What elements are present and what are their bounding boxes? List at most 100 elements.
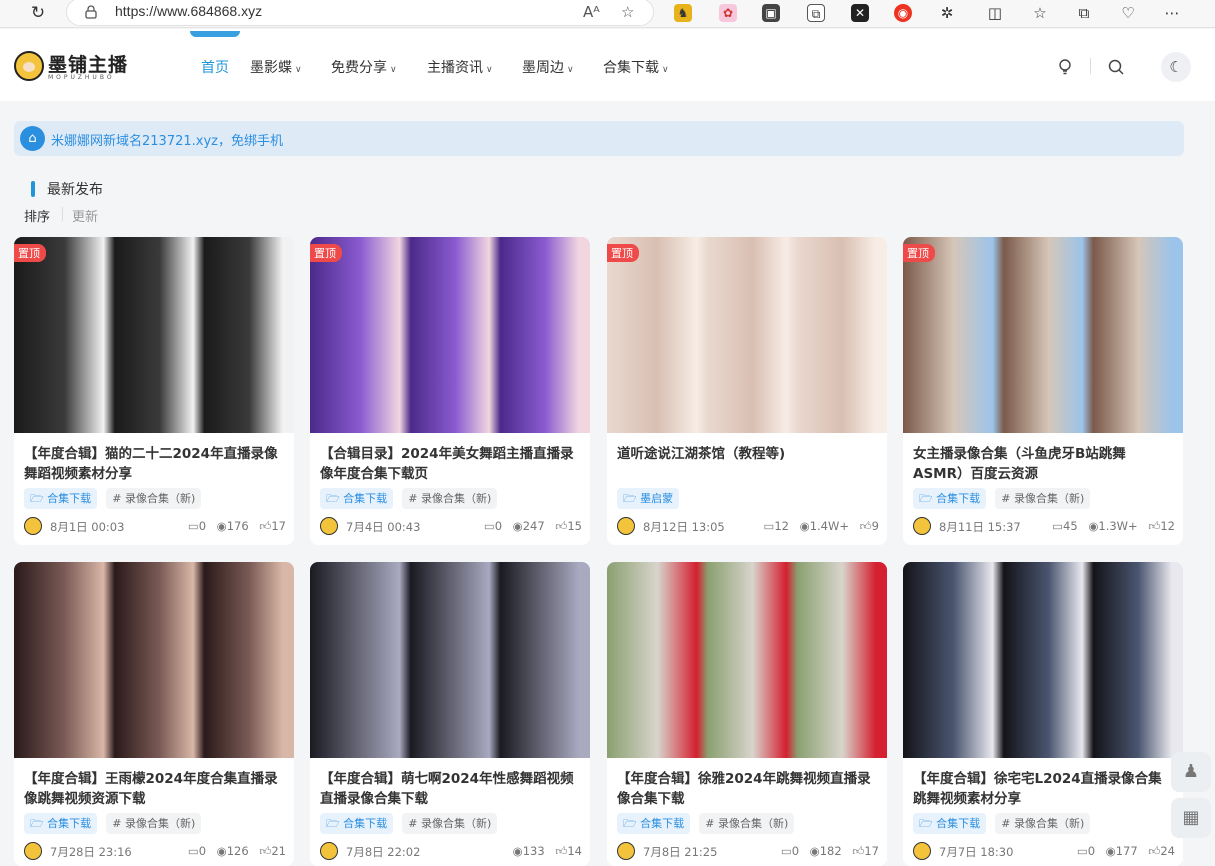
avatar[interactable] — [320, 842, 338, 860]
post-stats: ▭0 ◉126 👍︎21 — [181, 844, 286, 859]
reload-icon[interactable]: ↻ — [28, 3, 48, 23]
category-tag[interactable]: 🗁 合集下载 — [320, 813, 394, 834]
nav-merch[interactable]: 墨周边 ∨ — [522, 57, 574, 77]
post-card[interactable]: 【年度合辑】徐雅2024年跳舞视频直播录像合集下载 🗁 合集下载 # 录像合集（… — [607, 562, 887, 866]
category-tag[interactable]: 🗁 合集下载 — [913, 813, 987, 834]
notice-text[interactable]: 米娜娜网新域名213721.xyz，免绑手机 — [51, 130, 283, 149]
avatar[interactable] — [320, 517, 338, 535]
dark-mode-toggle[interactable]: ☾ — [1161, 52, 1191, 82]
sort-tab-order[interactable]: 排序 — [24, 206, 50, 225]
post-card[interactable]: 【年度合辑】徐宅宅L2024直播录像合集跳舞视频素材分享 🗁 合集下载 # 录像… — [903, 562, 1183, 866]
like-icon[interactable]: 👍︎ — [259, 844, 271, 858]
extension-1-icon[interactable]: ♞ — [674, 4, 692, 22]
like-icon[interactable]: 👍︎ — [555, 519, 567, 533]
comment-icon: ▭ — [187, 519, 199, 533]
post-card[interactable]: 置顶 道听途说江湖茶馆（教程等) 🗁 墨启蒙 8月12日 13:05 ▭12 ◉… — [607, 237, 887, 545]
post-thumbnail[interactable] — [310, 562, 590, 758]
nav-home[interactable]: 首页 — [201, 57, 229, 77]
lightbulb-icon[interactable] — [1054, 56, 1076, 78]
post-title[interactable]: 道听途说江湖茶馆（教程等) — [617, 444, 879, 464]
post-title[interactable]: 【年度合辑】萌七啊2024年性感舞蹈视频直播录像合集下载 — [320, 769, 582, 809]
post-card[interactable]: 置顶 【年度合辑】猫的二十二2024年直播录像舞蹈视频素材分享 🗁 合集下载 #… — [14, 237, 294, 545]
browser-essentials-icon[interactable]: ♡ — [1118, 3, 1138, 23]
post-thumbnail[interactable] — [14, 237, 294, 433]
like-icon[interactable]: 👍︎ — [555, 844, 567, 858]
post-thumbnail[interactable] — [14, 562, 294, 758]
split-screen-icon[interactable]: ◫ — [985, 3, 1005, 23]
pinned-badge: 置顶 — [14, 244, 46, 262]
avatar[interactable] — [617, 517, 635, 535]
post-title[interactable]: 【年度合辑】王雨檬2024年度合集直播录像跳舞视频资源下载 — [24, 769, 286, 809]
more-menu-icon[interactable]: ⋯ — [1162, 3, 1182, 23]
collections-icon[interactable]: ⧉ — [1074, 3, 1094, 23]
like-icon[interactable]: 👍︎ — [852, 844, 864, 858]
category-tag[interactable]: 🗁 墨启蒙 — [617, 488, 680, 509]
topic-tag[interactable]: # 录像合集（新) — [995, 488, 1091, 509]
post-card[interactable]: 置顶 女主播录像合集（斗鱼虎牙B站跳舞ASMR）百度云资源 🗁 合集下载 # 录… — [903, 237, 1183, 545]
comment-count: 0 — [198, 844, 207, 858]
post-meta: 7月28日 23:16 ▭0 ◉126 👍︎21 — [24, 842, 286, 860]
category-tag[interactable]: 🗁 合集下载 — [320, 488, 394, 509]
post-card[interactable]: 【年度合辑】王雨檬2024年度合集直播录像跳舞视频资源下载 🗁 合集下载 # 录… — [14, 562, 294, 866]
topic-tag[interactable]: # 录像合集（新) — [106, 488, 202, 509]
folder-icon: 🗁 — [623, 817, 641, 830]
post-thumbnail[interactable] — [607, 562, 887, 758]
site-logo[interactable] — [14, 51, 44, 81]
like-icon[interactable]: 👍︎ — [1148, 844, 1160, 858]
like-count: 17 — [271, 519, 286, 533]
avatar[interactable] — [913, 842, 931, 860]
extension-3-icon[interactable]: ▣ — [762, 4, 780, 22]
like-icon[interactable]: 👍︎ — [860, 519, 872, 533]
category-tag[interactable]: 🗁 合集下载 — [617, 813, 691, 834]
post-thumbnail[interactable] — [310, 237, 590, 433]
category-tag[interactable]: 🗁 合集下载 — [24, 488, 98, 509]
like-icon[interactable]: 👍︎ — [1148, 519, 1160, 533]
topic-tag[interactable]: # 录像合集（新) — [699, 813, 795, 834]
topic-tag[interactable]: # 录像合集（新) — [402, 488, 498, 509]
url-text[interactable]: https://www.684868.xyz — [115, 3, 262, 19]
post-title[interactable]: 【年度合辑】猫的二十二2024年直播录像舞蹈视频素材分享 — [24, 444, 286, 484]
extension-5-icon[interactable]: ✕ — [851, 4, 869, 22]
notice-banner[interactable]: ⌂ 米娜娜网新域名213721.xyz，免绑手机 — [14, 121, 1184, 156]
post-thumbnail[interactable] — [903, 562, 1183, 758]
extension-2-icon[interactable]: ✿ — [719, 4, 737, 22]
post-card[interactable]: 置顶 【合辑目录】2024年美女舞蹈主播直播录像年度合集下载页 🗁 合集下载 #… — [310, 237, 590, 545]
avatar[interactable] — [24, 842, 42, 860]
avatar[interactable] — [913, 517, 931, 535]
avatar[interactable] — [24, 517, 42, 535]
post-title[interactable]: 【合辑目录】2024年美女舞蹈主播直播录像年度合集下载页 — [320, 444, 582, 484]
like-count: 24 — [1160, 844, 1175, 858]
post-thumbnail[interactable] — [903, 237, 1183, 433]
post-title[interactable]: 【年度合辑】徐宅宅L2024直播录像合集跳舞视频素材分享 — [913, 769, 1175, 809]
nav-streamer-news[interactable]: 主播资讯 ∨ — [427, 57, 493, 77]
qq-contact-icon[interactable]: ♟ — [1171, 752, 1211, 792]
chevron-down-icon: ∨ — [295, 65, 302, 75]
category-tag[interactable]: 🗁 合集下载 — [913, 488, 987, 509]
logo-text[interactable]: 墨铺主播 — [48, 50, 128, 77]
topic-tag[interactable]: # 录像合集（新) — [106, 813, 202, 834]
favorites-icon[interactable]: ☆ — [1030, 3, 1050, 23]
sort-tab-updated[interactable]: 更新 — [72, 206, 98, 225]
post-thumbnail[interactable] — [607, 237, 887, 433]
nav-free-share[interactable]: 免费分享 ∨ — [331, 57, 397, 77]
like-icon[interactable]: 👍︎ — [259, 519, 271, 533]
topic-tag[interactable]: # 录像合集（新) — [995, 813, 1091, 834]
read-aloud-icon[interactable]: Aᴬ — [583, 3, 600, 21]
comment-count: 0 — [198, 519, 207, 533]
category-tag[interactable]: 🗁 合集下载 — [24, 813, 98, 834]
qr-code-icon[interactable]: ▦ — [1171, 798, 1211, 838]
address-bar[interactable]: https://www.684868.xyz Aᴬ ☆ — [66, 0, 654, 26]
post-title[interactable]: 女主播录像合集（斗鱼虎牙B站跳舞ASMR）百度云资源 — [913, 444, 1175, 484]
nav-collection-download[interactable]: 合集下载 ∨ — [603, 57, 669, 77]
extensions-icon[interactable]: ✲ — [937, 3, 957, 23]
favorite-star-icon[interactable]: ☆ — [621, 3, 634, 21]
search-icon[interactable] — [1105, 56, 1127, 78]
view-count: 1.4W+ — [809, 519, 849, 533]
post-card[interactable]: 【年度合辑】萌七啊2024年性感舞蹈视频直播录像合集下载 🗁 合集下载 # 录像… — [310, 562, 590, 866]
nav-moyingdie[interactable]: 墨影蝶 ∨ — [250, 57, 302, 77]
extension-6-icon[interactable]: ◉ — [894, 4, 912, 22]
post-title[interactable]: 【年度合辑】徐雅2024年跳舞视频直播录像合集下载 — [617, 769, 879, 809]
avatar[interactable] — [617, 842, 635, 860]
topic-tag[interactable]: # 录像合集（新) — [402, 813, 498, 834]
extension-4-icon[interactable]: ⧉ — [807, 4, 825, 22]
